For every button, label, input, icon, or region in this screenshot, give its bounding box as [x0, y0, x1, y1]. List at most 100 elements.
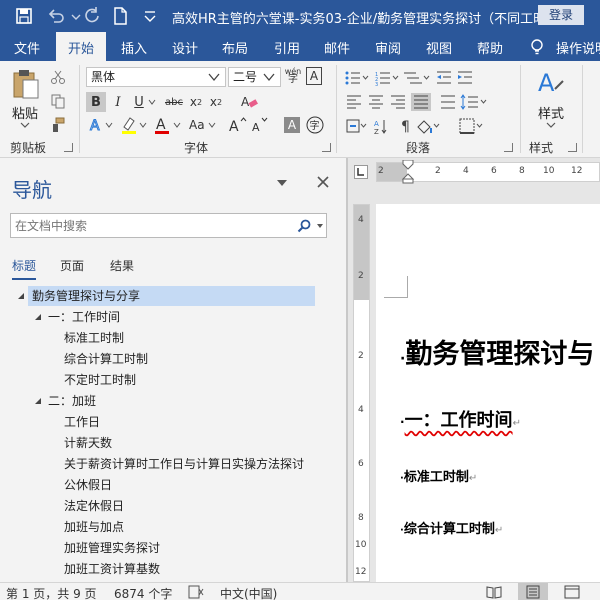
tab-review[interactable]: 审阅: [375, 38, 401, 57]
indent-markers-icon[interactable]: [401, 160, 415, 184]
heading-item-level3[interactable]: 加班与加点: [64, 517, 124, 537]
paste-dropdown-icon[interactable]: [20, 121, 30, 129]
heading-item-level2[interactable]: 一：工作时间: [48, 307, 120, 327]
search-icon[interactable]: [297, 219, 311, 233]
ruler-number: 4: [358, 215, 364, 225]
underline-button[interactable]: U: [131, 92, 147, 112]
heading-item-level3[interactable]: 工作日: [64, 412, 100, 432]
paragraph-misc-buttons[interactable]: [440, 93, 520, 111]
clipboard-launcher-icon[interactable]: [64, 143, 73, 152]
heading-item-level3[interactable]: 公休假日: [64, 475, 112, 495]
document-title[interactable]: ·勤务管理探讨与: [400, 332, 594, 371]
heading-item-level2[interactable]: 二：加班: [48, 391, 96, 411]
paragraph-launcher-icon[interactable]: [504, 143, 513, 152]
heading-item-level3[interactable]: 关于薪资计算时工作日与计算日实操方法探讨: [64, 454, 304, 474]
clipboard-icon: [13, 70, 39, 99]
save-icon[interactable]: [14, 6, 34, 26]
styles-dropdown-icon[interactable]: [546, 121, 556, 129]
font-size-combo[interactable]: 二号: [228, 67, 281, 87]
styles-launcher-icon[interactable]: [568, 143, 577, 152]
collapse-triangle-icon[interactable]: [33, 396, 43, 406]
document-heading-1[interactable]: ·一：工作时间↵: [400, 406, 521, 432]
document-heading-2[interactable]: ·综合计算工时制↵: [400, 518, 503, 537]
styles-icon[interactable]: A: [535, 67, 567, 99]
horizontal-ruler[interactable]: 2 2 4 6 8 10 12: [376, 160, 600, 184]
character-shading-icon[interactable]: A: [284, 117, 300, 133]
nav-search-box[interactable]: [10, 213, 327, 238]
tab-view[interactable]: 视图: [426, 38, 452, 57]
tab-home[interactable]: 开始: [56, 32, 107, 61]
clear-formatting-icon[interactable]: A: [240, 94, 258, 110]
italic-button[interactable]: I: [110, 92, 126, 112]
web-layout-icon[interactable]: [564, 585, 580, 599]
enclose-characters-icon[interactable]: 字: [305, 115, 325, 135]
tab-mailings[interactable]: 邮件: [324, 38, 350, 57]
superscript-button[interactable]: x2: [208, 92, 224, 112]
heading-item-level3[interactable]: 综合计算工时制: [64, 349, 148, 369]
paste-button[interactable]: [10, 67, 42, 101]
borders-icon[interactable]: [458, 117, 498, 135]
read-mode-icon[interactable]: [486, 585, 502, 599]
heading-item-level3[interactable]: 标准工时制: [64, 328, 124, 348]
cut-icon[interactable]: [50, 69, 66, 85]
tab-help[interactable]: 帮助: [477, 38, 503, 57]
tab-design[interactable]: 设计: [172, 38, 198, 57]
tab-tell-me[interactable]: 操作说明: [556, 38, 600, 57]
heading-item-level3[interactable]: 加班工资计算基数: [64, 559, 160, 579]
undo-icon[interactable]: [46, 6, 66, 26]
redo-icon[interactable]: [82, 6, 102, 26]
nav-tab-results[interactable]: 结果: [110, 257, 134, 274]
underline-dropdown-icon[interactable]: [148, 99, 156, 105]
page-count[interactable]: 第 1 页，共 9 页: [6, 585, 97, 600]
tab-references[interactable]: 引用: [274, 38, 300, 57]
phonetic-guide-button[interactable]: wén 字: [284, 65, 302, 87]
bold-button[interactable]: B: [86, 92, 106, 112]
font-color-icon[interactable]: A: [154, 115, 184, 135]
change-case-icon[interactable]: Aa: [188, 115, 218, 135]
nav-options-icon[interactable]: [276, 178, 288, 188]
heading-item-level3[interactable]: 加班管理实务探讨: [64, 538, 160, 558]
print-layout-button[interactable]: [518, 583, 548, 600]
document-heading-2[interactable]: ·标准工时制↵: [400, 466, 477, 485]
new-document-icon[interactable]: [110, 6, 130, 26]
copy-icon[interactable]: [50, 93, 66, 109]
word-count[interactable]: 6874 个字: [114, 585, 172, 600]
login-button[interactable]: 登录: [538, 5, 584, 25]
paragraph-row3[interactable]: AZ ¶: [346, 117, 456, 135]
search-input[interactable]: [11, 214, 291, 237]
collapse-triangle-icon[interactable]: [16, 291, 26, 301]
ribbon-home: 粘贴 剪贴板 黑体 二号 wén 字 A B I U abc x 2 x 2 A…: [0, 61, 600, 158]
heading-item-level1[interactable]: 勤务管理探讨与分享: [28, 286, 315, 306]
chevron-down-icon[interactable]: [316, 222, 324, 230]
shrink-font-icon[interactable]: A: [250, 115, 270, 135]
font-name-combo[interactable]: 黑体: [86, 67, 226, 87]
list-buttons-row[interactable]: 123: [344, 69, 524, 87]
nav-tab-headings[interactable]: 标题: [12, 257, 36, 274]
text-effects-icon[interactable]: A: [88, 115, 116, 135]
lightbulb-icon[interactable]: [528, 38, 546, 56]
tab-insert[interactable]: 插入: [121, 38, 147, 57]
proofing-icon[interactable]: [188, 585, 204, 599]
heading-item-level3[interactable]: 计薪天数: [64, 433, 112, 453]
highlight-color-icon[interactable]: [120, 115, 150, 135]
format-painter-icon[interactable]: [50, 117, 66, 133]
strikethrough-button[interactable]: abc: [163, 92, 185, 112]
subscript-button[interactable]: x2: [188, 92, 204, 112]
document-page[interactable]: ·勤务管理探讨与 ·一：工作时间↵ ·标准工时制↵ ·综合计算工时制↵: [376, 204, 600, 582]
character-border-icon[interactable]: A: [306, 67, 322, 85]
tab-layout[interactable]: 布局: [222, 38, 248, 57]
language-indicator[interactable]: 中文(中国): [220, 585, 277, 600]
heading-item-level3[interactable]: 不定时工时制: [64, 370, 136, 390]
heading-item-level3[interactable]: 法定休假日: [64, 496, 124, 516]
font-launcher-icon[interactable]: [322, 143, 331, 152]
alignment-buttons[interactable]: [346, 93, 436, 111]
tab-selector-icon[interactable]: [354, 165, 368, 179]
close-icon[interactable]: [316, 175, 330, 189]
tab-file[interactable]: 文件: [14, 38, 40, 57]
collapse-triangle-icon[interactable]: [33, 312, 43, 322]
styles-button-label[interactable]: 样式: [538, 103, 564, 122]
vertical-ruler[interactable]: 4 2 2 4 6 8 10 12: [353, 204, 370, 582]
nav-tab-pages[interactable]: 页面: [60, 257, 84, 274]
customize-toolbar-icon[interactable]: [140, 6, 160, 26]
grow-font-icon[interactable]: A: [228, 115, 248, 135]
